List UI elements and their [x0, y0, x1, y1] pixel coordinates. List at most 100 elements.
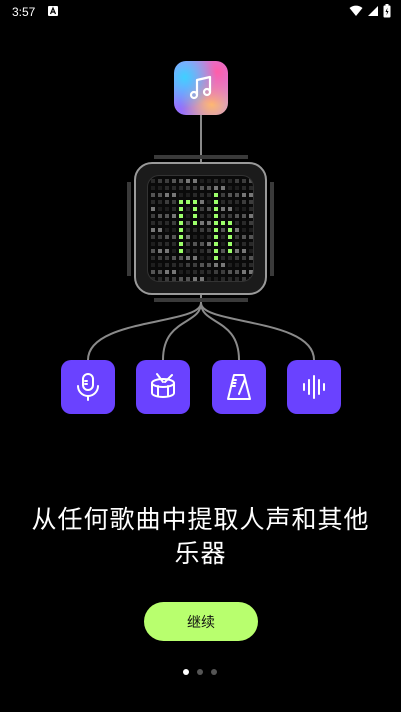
- led-dot: [186, 277, 190, 281]
- led-dot: [158, 256, 162, 260]
- led-dot: [151, 221, 155, 225]
- led-dot: [151, 235, 155, 239]
- led-dot: [214, 263, 218, 267]
- led-dot: [193, 221, 197, 225]
- led-dot: [172, 214, 176, 218]
- continue-button[interactable]: 继续: [144, 602, 258, 641]
- led-dot: [200, 249, 204, 253]
- led-dot: [228, 277, 232, 281]
- led-dot: [235, 270, 239, 274]
- led-dot: [242, 186, 246, 190]
- led-dot: [221, 270, 225, 274]
- led-dot: [235, 235, 239, 239]
- led-dot: [207, 186, 211, 190]
- led-dot: [214, 193, 218, 197]
- led-dot: [200, 235, 204, 239]
- led-dot: [186, 193, 190, 197]
- led-dot: [228, 179, 232, 183]
- led-dot: [179, 207, 183, 211]
- led-dot: [165, 179, 169, 183]
- led-dot: [228, 186, 232, 190]
- metronome-button[interactable]: [212, 360, 266, 414]
- led-dot: [207, 200, 211, 204]
- led-dot: [158, 179, 162, 183]
- led-dot: [207, 249, 211, 253]
- led-dot: [165, 249, 169, 253]
- led-matrix-display: [147, 175, 254, 282]
- waveform-button[interactable]: [287, 360, 341, 414]
- led-dot: [242, 263, 246, 267]
- led-dot: [228, 270, 232, 274]
- led-dot: [235, 256, 239, 260]
- led-dot: [235, 179, 239, 183]
- led-dot: [165, 186, 169, 190]
- led-dot: [179, 277, 183, 281]
- led-dot: [193, 263, 197, 267]
- led-dot: [249, 277, 253, 281]
- led-dot: [242, 207, 246, 211]
- led-dot: [242, 249, 246, 253]
- led-dot: [172, 200, 176, 204]
- microphone-button[interactable]: [61, 360, 115, 414]
- microphone-icon: [77, 373, 99, 401]
- led-dot: [228, 193, 232, 197]
- led-dot: [221, 214, 225, 218]
- page-dot-3: [211, 669, 217, 675]
- led-dot: [235, 263, 239, 267]
- led-dot: [214, 214, 218, 218]
- led-dot: [242, 270, 246, 274]
- led-dot: [165, 242, 169, 246]
- led-dot: [228, 228, 232, 232]
- led-dot: [158, 270, 162, 274]
- led-dot: [214, 256, 218, 260]
- drum-button[interactable]: [136, 360, 190, 414]
- led-dot: [249, 256, 253, 260]
- led-dot: [165, 270, 169, 274]
- led-dot: [172, 221, 176, 225]
- led-dot: [235, 186, 239, 190]
- onboarding-headline: 从任何歌曲中提取人声和其他乐器: [31, 505, 370, 568]
- led-dot: [228, 242, 232, 246]
- led-dot: [186, 270, 190, 274]
- led-dot: [221, 179, 225, 183]
- led-dot: [214, 235, 218, 239]
- led-dot: [151, 256, 155, 260]
- led-dot: [249, 228, 253, 232]
- page-dot-2: [197, 669, 203, 675]
- led-dot: [158, 242, 162, 246]
- led-dot: [200, 179, 204, 183]
- led-dot: [193, 270, 197, 274]
- led-dot: [249, 193, 253, 197]
- led-dot: [207, 214, 211, 218]
- led-dot: [249, 207, 253, 211]
- led-dot: [158, 207, 162, 211]
- led-dot: [235, 214, 239, 218]
- led-dot: [207, 277, 211, 281]
- led-dot: [214, 200, 218, 204]
- led-dot: [193, 186, 197, 190]
- led-dot: [200, 221, 204, 225]
- led-dot: [249, 186, 253, 190]
- led-dot: [242, 221, 246, 225]
- led-dot: [179, 249, 183, 253]
- led-dot: [200, 263, 204, 267]
- led-dot: [249, 270, 253, 274]
- led-dot: [151, 207, 155, 211]
- led-dot: [186, 207, 190, 211]
- led-dot: [200, 256, 204, 260]
- led-dot: [228, 249, 232, 253]
- led-dot: [228, 235, 232, 239]
- led-dot: [193, 179, 197, 183]
- led-dot: [151, 249, 155, 253]
- led-dot: [200, 277, 204, 281]
- led-dot: [179, 263, 183, 267]
- led-dot: [158, 221, 162, 225]
- led-dot: [221, 256, 225, 260]
- led-dot: [207, 235, 211, 239]
- music-app-icon: [174, 61, 228, 115]
- led-dot: [151, 179, 155, 183]
- led-dot: [186, 179, 190, 183]
- led-dot: [151, 200, 155, 204]
- page-indicator: [183, 669, 217, 675]
- led-dot: [158, 186, 162, 190]
